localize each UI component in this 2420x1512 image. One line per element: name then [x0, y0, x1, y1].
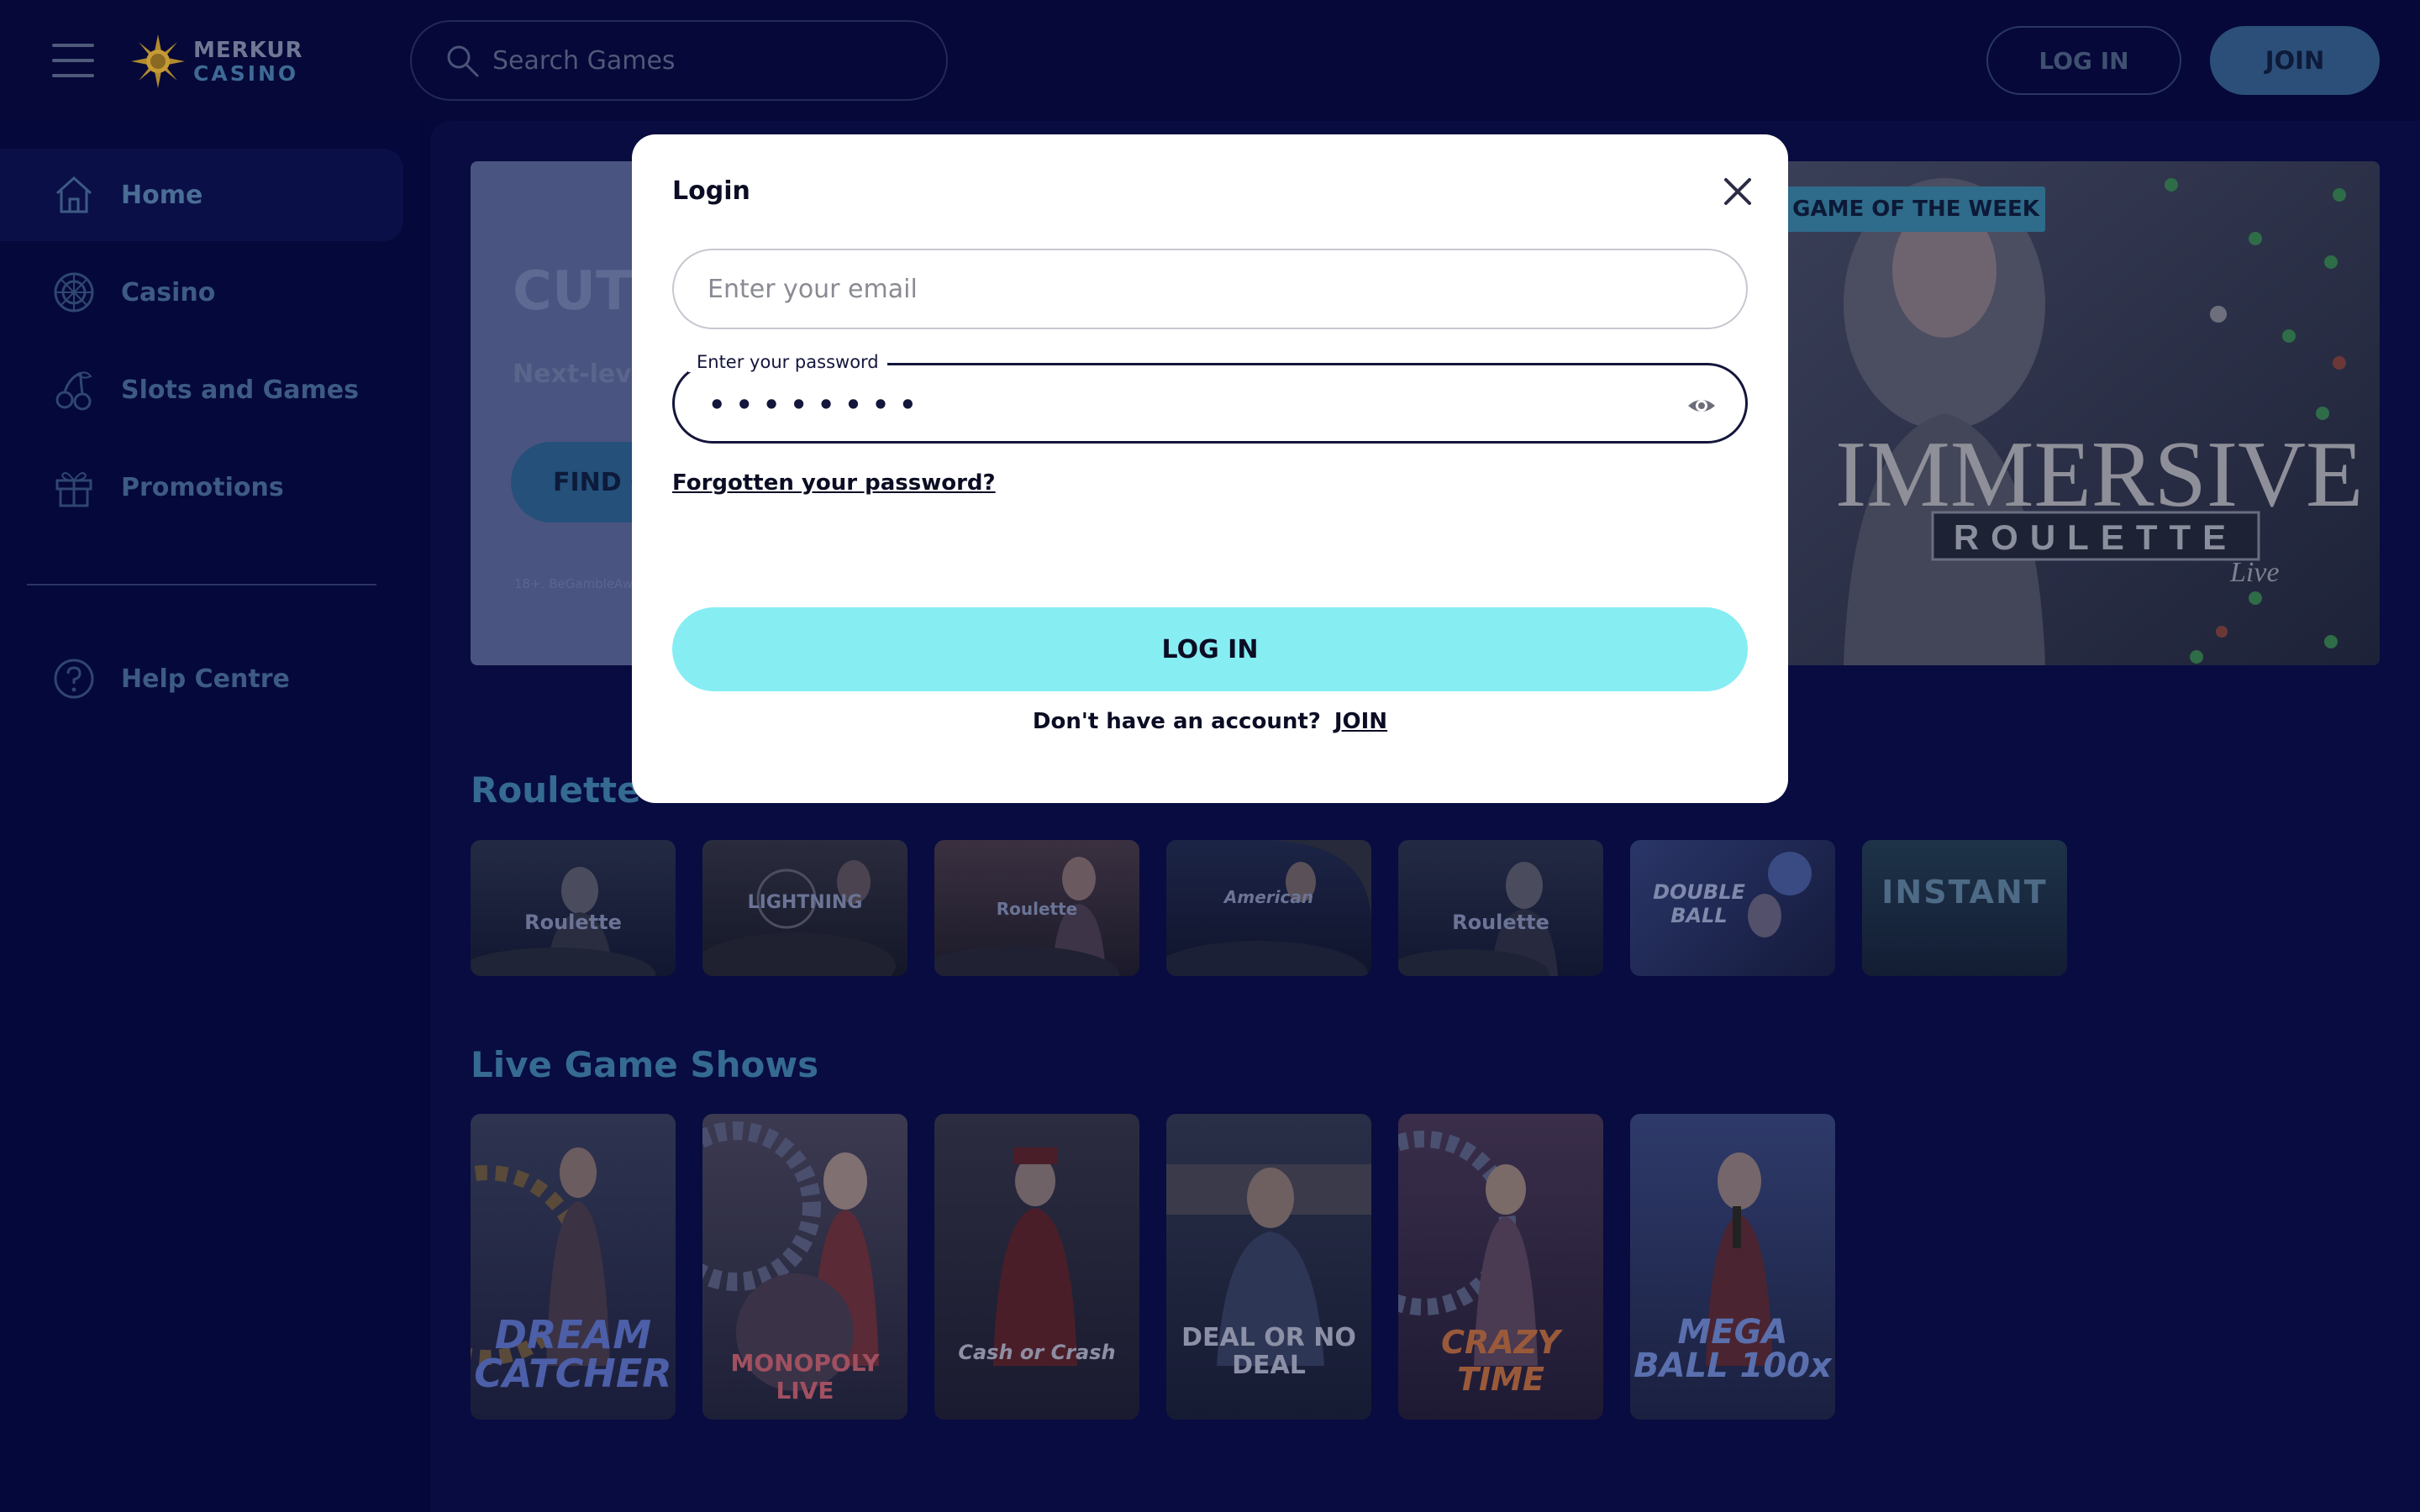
game-tile-crazy-time[interactable]: CRAZY TIME	[1398, 1114, 1603, 1420]
sidebar-item-home[interactable]: Home	[0, 149, 403, 241]
immersive-title: IMMERSIVE	[1835, 423, 2363, 527]
eye-icon[interactable]	[1685, 389, 1718, 423]
tile-caption: Roulette	[524, 911, 622, 934]
game-tile-speed-roulette[interactable]: Roulette	[934, 840, 1139, 976]
sidebar-item-label: Casino	[121, 277, 216, 307]
tile-caption: DEAL OR NO DEAL	[1181, 1323, 1356, 1380]
game-of-week-badge: GAME OF THE WEEK	[1786, 186, 2045, 232]
tile-caption: MONOPOLY LIVE	[730, 1349, 880, 1404]
sun-logo-icon	[131, 34, 185, 88]
game-tile-dream-catcher[interactable]: DREAM CATCHER	[471, 1114, 676, 1420]
tile-caption: Roulette	[1452, 911, 1549, 934]
sidebar-item-slots[interactable]: Slots and Games	[0, 344, 403, 436]
dealer-thumbnail	[1166, 840, 1371, 976]
tile-caption: DOUBLE BALL	[1653, 880, 1745, 927]
tile-caption: INSTANT	[1881, 874, 2048, 911]
password-value: ••••••••	[708, 389, 927, 421]
search-icon	[447, 45, 479, 77]
home-icon	[55, 176, 92, 213]
sidebar-divider	[27, 584, 376, 585]
header-login-button[interactable]: LOG IN	[1986, 26, 2181, 95]
tile-caption: Cash or Crash	[958, 1341, 1116, 1364]
live-tag: Live	[2229, 557, 2280, 588]
tile-caption: Roulette	[996, 899, 1078, 919]
gift-icon	[55, 472, 92, 507]
game-tile-deal-or-no-deal[interactable]: DEAL OR NO DEAL	[1166, 1114, 1371, 1420]
roulette-subtitle: ROULETTE	[1954, 517, 2238, 557]
close-icon[interactable]	[1721, 175, 1754, 208]
search-input[interactable]	[492, 45, 896, 76]
game-tile-monopoly-live[interactable]: MONOPOLY LIVE	[702, 1114, 908, 1420]
game-tile-roulette-2[interactable]: Roulette	[1398, 840, 1603, 976]
banner-subline: Next-lev	[513, 360, 632, 389]
site-header: MERKUR CASINO LOG IN JOIN	[0, 0, 2420, 121]
host-thumbnail	[993, 1147, 1077, 1366]
tile-caption: DREAM CATCHER	[474, 1312, 672, 1396]
section-title-live-game-shows: Live Game Shows	[471, 1044, 819, 1085]
hamburger-icon[interactable]	[52, 44, 94, 77]
modal-join-link[interactable]: JOIN	[1334, 709, 1387, 734]
dealer-thumbnail	[471, 867, 655, 976]
search-bar[interactable]	[410, 20, 948, 101]
merkur-casino-logo[interactable]: MERKUR CASINO	[129, 30, 302, 92]
email-field[interactable]	[672, 249, 1748, 329]
game-of-week-banner[interactable]: IMMERSIVE ROULETTE Live	[1785, 161, 2380, 665]
dealer-thumbnail	[1398, 862, 1558, 976]
sidebar-item-promotions[interactable]: Promotions	[0, 441, 403, 533]
game-tile-roulette[interactable]: Roulette	[471, 840, 676, 976]
signup-prompt: Don't have an account? JOIN	[632, 709, 1788, 734]
sidebar-item-label: Home	[121, 180, 203, 210]
sidebar-item-label: Promotions	[121, 472, 284, 502]
modal-login-button[interactable]: LOG IN	[672, 607, 1748, 691]
header-join-button[interactable]: JOIN	[2210, 26, 2380, 95]
logo-line-2: CASINO	[193, 60, 299, 86]
tile-caption: LIGHTNING	[747, 892, 863, 913]
game-tile-american-roulette[interactable]: American	[1166, 840, 1371, 976]
forgot-password-link[interactable]: Forgotten your password?	[672, 470, 996, 496]
game-tile-double-ball[interactable]: DOUBLE BALL	[1630, 840, 1835, 976]
roulette-wheel-icon	[54, 272, 94, 312]
immersive-roulette-artwork: IMMERSIVE ROULETTE Live	[1785, 161, 2380, 665]
no-account-text: Don't have an account?	[1032, 709, 1321, 734]
password-field[interactable]: Enter your password ••••••••	[672, 352, 1748, 444]
cherries-icon	[55, 371, 92, 411]
game-tile-lightning-roulette[interactable]: LIGHTNING	[702, 840, 908, 976]
sidebar: Home Casino Slots and Games Promotions H…	[0, 121, 420, 1512]
modal-title: Login	[672, 176, 750, 206]
sidebar-item-casino[interactable]: Casino	[0, 246, 403, 339]
tile-caption: American	[1223, 887, 1314, 907]
game-tile-instant-roulette[interactable]: INSTANT	[1862, 840, 2067, 976]
sidebar-item-label: Slots and Games	[121, 375, 359, 405]
section-title-roulette: Roulette	[471, 769, 641, 811]
banner-headline: CUT	[513, 260, 633, 323]
tile-caption: MEGA BALL 100x	[1634, 1313, 1832, 1385]
game-tile-cash-or-crash[interactable]: Cash or Crash	[934, 1114, 1139, 1420]
help-icon	[54, 659, 94, 699]
game-tile-mega-ball[interactable]: MEGA BALL 100x	[1630, 1114, 1835, 1420]
sidebar-item-help[interactable]: Help Centre	[0, 633, 403, 725]
logo-line-1: MERKUR	[193, 37, 303, 63]
tile-caption: CRAZY TIME	[1441, 1324, 1560, 1398]
login-modal: Login Enter your password •••••••• Forgo…	[632, 134, 1788, 803]
sidebar-item-label: Help Centre	[121, 664, 290, 694]
password-label: Enter your password	[688, 352, 887, 372]
